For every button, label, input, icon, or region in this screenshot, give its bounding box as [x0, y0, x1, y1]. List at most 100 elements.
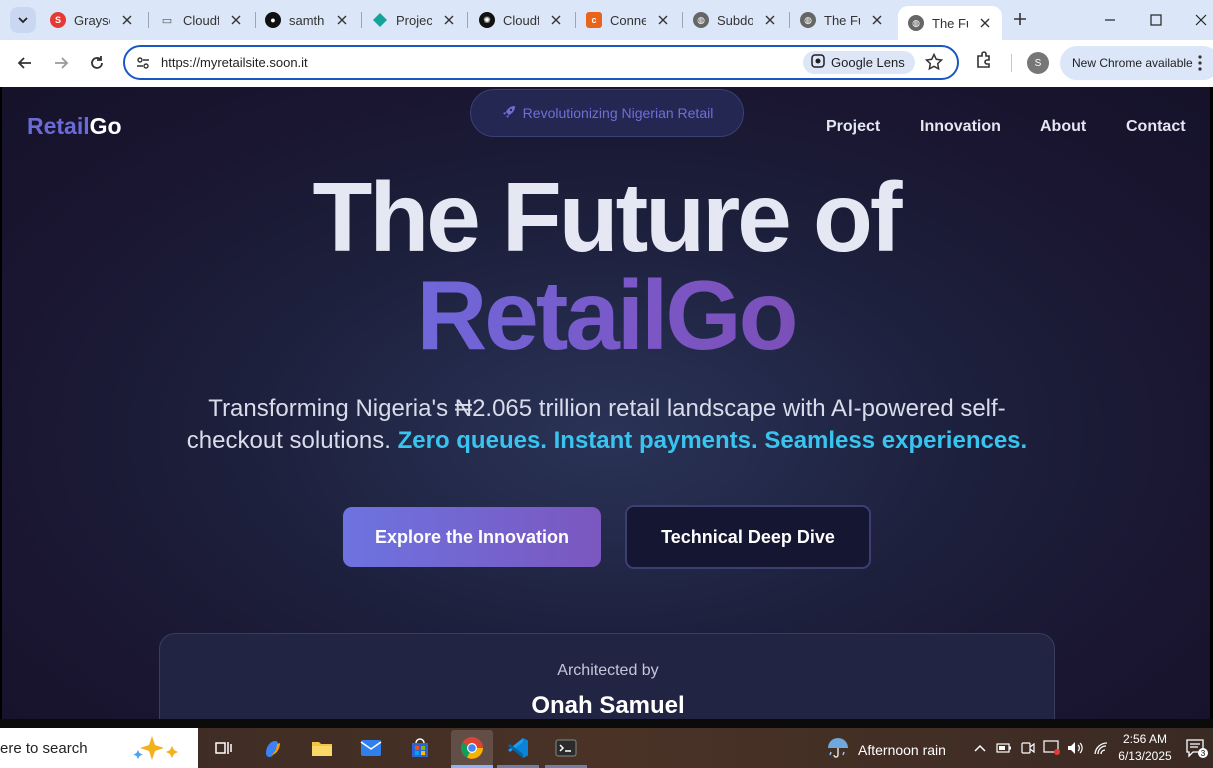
tab-grayscale[interactable]: S Grayscale [44, 6, 140, 34]
clock-time: 2:56 AM [1122, 732, 1168, 746]
tab-project[interactable]: Project [366, 6, 462, 34]
vscode-icon[interactable] [504, 734, 532, 762]
battery-icon[interactable] [994, 738, 1014, 758]
tab-separator [255, 12, 256, 28]
github-icon: ● [265, 12, 281, 28]
close-icon[interactable] [870, 13, 884, 27]
tab-cloudflare-dash[interactable]: ▭ Cloudflare [153, 6, 249, 34]
google-lens-button[interactable]: Google Lens [803, 51, 915, 74]
reload-icon [91, 56, 103, 69]
tab-cloudflare-ai[interactable]: ✺ Cloudflare [473, 6, 569, 34]
hero-title-brand: RetailGo [416, 260, 799, 370]
file-explorer-icon[interactable] [308, 734, 336, 762]
task-view-icon[interactable] [209, 734, 237, 762]
address-bar[interactable]: https://myretailsite.soon.it Google Lens [123, 45, 959, 80]
chrome-update-label: New Chrome available [1072, 56, 1193, 70]
nav-innovation[interactable]: Innovation [920, 118, 1001, 136]
system-clock[interactable]: 2:56 AM 6/13/2025 [1117, 731, 1173, 765]
copilot-sparkle-icon[interactable] [128, 734, 188, 766]
diamond-icon [372, 12, 388, 28]
logo-part-go: Go [89, 113, 122, 139]
chrome-update-button[interactable]: New Chrome available [1060, 46, 1213, 80]
volume-icon[interactable] [1066, 738, 1086, 758]
minimize-icon [1105, 19, 1115, 21]
grayscale-icon: S [50, 12, 66, 28]
minimize-button[interactable] [1098, 8, 1122, 32]
close-icon[interactable] [656, 13, 670, 27]
back-button[interactable] [13, 51, 37, 75]
reload-button[interactable] [85, 51, 109, 75]
chevron-down-icon [18, 17, 28, 24]
notification-count: 3 [1201, 749, 1206, 758]
browser-toolbar: https://myretailsite.soon.it Google Lens… [0, 40, 1213, 87]
rain-umbrella-icon [826, 736, 850, 763]
cloud-dash-icon: ▭ [161, 14, 173, 27]
cpanel-icon: c [586, 12, 602, 28]
close-icon[interactable] [549, 13, 563, 27]
chevron-up-icon[interactable] [970, 738, 990, 758]
meet-camera-icon[interactable] [1018, 738, 1038, 758]
weather-widget[interactable]: Afternoon rain [826, 736, 946, 763]
close-icon[interactable] [763, 13, 777, 27]
window-close-button[interactable] [1189, 8, 1213, 32]
screen-record-icon[interactable] [1042, 738, 1062, 758]
tab-search-button[interactable] [10, 7, 36, 33]
google-lens-label: Google Lens [831, 55, 905, 70]
explore-innovation-button[interactable]: Explore the Innovation [343, 507, 601, 567]
forward-button[interactable] [49, 51, 73, 75]
tab-separator [682, 12, 683, 28]
hero-title-line-1: The Future of [312, 162, 902, 272]
hero-subtitle-highlight: Zero queues. Instant payments. Seamless … [397, 427, 1028, 454]
wifi-icon[interactable] [1091, 738, 1111, 758]
close-icon[interactable] [978, 16, 992, 30]
architect-card: Architected by Onah Samuel [159, 633, 1055, 719]
tab-github[interactable]: ● samthedev [259, 6, 355, 34]
tab-strip: S Grayscale ▭ Cloudflare ● samthedev Pro… [0, 0, 1213, 40]
chrome-taskbar-icon[interactable] [451, 730, 493, 766]
bookmark-star-icon[interactable] [924, 52, 944, 76]
taskbar-search-box[interactable]: ere to search [0, 728, 198, 768]
mail-icon[interactable] [357, 734, 385, 762]
nav-contact[interactable]: Contact [1126, 118, 1186, 136]
terminal-icon[interactable] [552, 734, 580, 762]
close-icon[interactable] [335, 13, 349, 27]
close-icon[interactable] [229, 13, 243, 27]
url-text[interactable]: https://myretailsite.soon.it [161, 55, 308, 70]
close-icon[interactable] [120, 13, 134, 27]
more-vert-icon[interactable] [1198, 55, 1202, 74]
notification-center-icon[interactable]: 3 [1186, 739, 1208, 764]
nav-about[interactable]: About [1040, 118, 1086, 136]
site-logo[interactable]: RetailGo [27, 113, 122, 140]
nav-project[interactable]: Project [826, 118, 880, 136]
copilot-icon[interactable] [259, 734, 287, 762]
hero-badge: Revolutionizing Nigerian Retail [470, 89, 744, 137]
hero-subtitle: Transforming Nigeria's ₦2.065 trillion r… [162, 393, 1052, 457]
extensions-icon[interactable] [974, 50, 994, 75]
tab-subdomain[interactable]: ◍ Subdomain [687, 6, 783, 34]
store-icon[interactable] [406, 734, 434, 762]
tab-the-future[interactable]: ◍ The Future [794, 6, 890, 34]
maximize-button[interactable] [1144, 8, 1168, 32]
globe-icon: ◍ [693, 12, 709, 28]
logo-part-retail: Retail [27, 113, 90, 139]
tab-separator [467, 12, 468, 28]
openai-icon: ✺ [479, 12, 495, 28]
toolbar-separator [1011, 54, 1012, 72]
webpage: Revolutionizing Nigerian Retail RetailGo… [2, 87, 1210, 719]
site-settings-icon[interactable] [135, 55, 151, 76]
plus-icon [1014, 13, 1026, 25]
tab-separator [575, 12, 576, 28]
weather-text: Afternoon rain [858, 741, 946, 758]
arrow-right-icon [55, 57, 69, 69]
tab-connect[interactable]: c Connect [580, 6, 676, 34]
maximize-icon [1150, 14, 1162, 26]
close-icon[interactable] [442, 13, 456, 27]
profile-avatar[interactable]: S [1027, 52, 1049, 74]
new-tab-button[interactable] [1010, 9, 1030, 29]
technical-deep-dive-button[interactable]: Technical Deep Dive [625, 505, 871, 569]
screen-gap [0, 719, 1213, 728]
hero-badge-text: Revolutionizing Nigerian Retail [522, 105, 714, 121]
hero-title-line-2: RetailGo [2, 265, 1210, 365]
tab-the-future-active[interactable]: ◍ The Future [898, 6, 1002, 40]
globe-icon: ◍ [908, 15, 924, 31]
